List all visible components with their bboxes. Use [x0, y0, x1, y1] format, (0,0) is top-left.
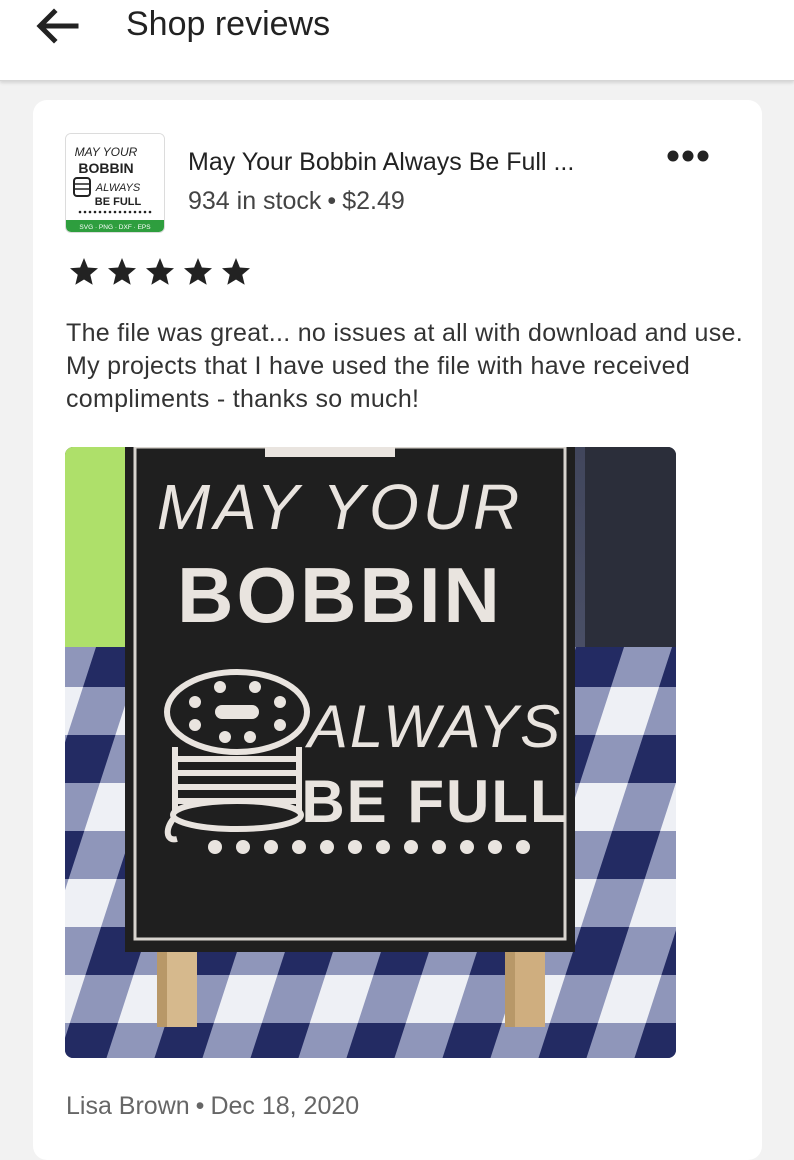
review-photo[interactable]: MAY YOUR BOBBIN ALWAYS BE FULL — [65, 447, 676, 1058]
more-options-button[interactable] — [663, 144, 711, 168]
review-date: Dec 18, 2020 — [210, 1092, 360, 1120]
star-icon — [70, 258, 98, 285]
photo-line-2: BOBBIN — [177, 551, 503, 639]
byline-separator: • — [195, 1092, 205, 1120]
more-dots-icon — [667, 150, 709, 162]
thumb-line-3: ALWAYS — [95, 182, 141, 194]
thumb-line-1: MAY YOUR — [75, 145, 138, 159]
photo-line-3: ALWAYS — [305, 693, 562, 760]
review-text: The file was great... no issues at all w… — [66, 319, 744, 413]
photo-line-4: BE FULL — [301, 768, 568, 835]
back-arrow-icon — [36, 8, 79, 44]
review-photo-image: MAY YOUR BOBBIN ALWAYS BE FULL — [65, 447, 676, 1058]
star-icon — [108, 258, 136, 285]
star-icon — [146, 258, 174, 285]
thumb-formats: SVG · PNG · DXF · EPS — [79, 224, 151, 231]
star-icon — [222, 258, 250, 285]
thumb-line-4: BE FULL — [95, 196, 142, 208]
thumb-line-2: BOBBIN — [78, 160, 133, 176]
listing-thumbnail-art: MAY YOUR BOBBIN ALWAYS BE FULL SVG · PNG… — [66, 134, 164, 232]
review-card: MAY YOUR BOBBIN ALWAYS BE FULL SVG · PNG… — [33, 100, 762, 1160]
meta-separator: • — [327, 187, 337, 215]
top-app-bar: Shop reviews — [0, 0, 794, 81]
listing-thumbnail[interactable]: MAY YOUR BOBBIN ALWAYS BE FULL SVG · PNG… — [65, 133, 165, 233]
listing-meta: 934 in stock • $2.49 — [188, 185, 405, 217]
star-icon — [184, 258, 212, 285]
page-title: Shop reviews — [126, 5, 331, 43]
photo-line-1: MAY YOUR — [157, 471, 523, 543]
listing-title[interactable]: May Your Bobbin Always Be Full ... — [188, 146, 574, 178]
thumb-dot-row — [78, 210, 152, 214]
back-button[interactable] — [32, 4, 82, 48]
listing-price: $2.49 — [342, 187, 405, 215]
listing-stock: 934 in stock — [188, 187, 322, 215]
review-author[interactable]: Lisa Brown — [66, 1092, 190, 1120]
star-rating — [67, 256, 253, 288]
review-byline: Lisa Brown • Dec 18, 2020 — [66, 1090, 359, 1122]
